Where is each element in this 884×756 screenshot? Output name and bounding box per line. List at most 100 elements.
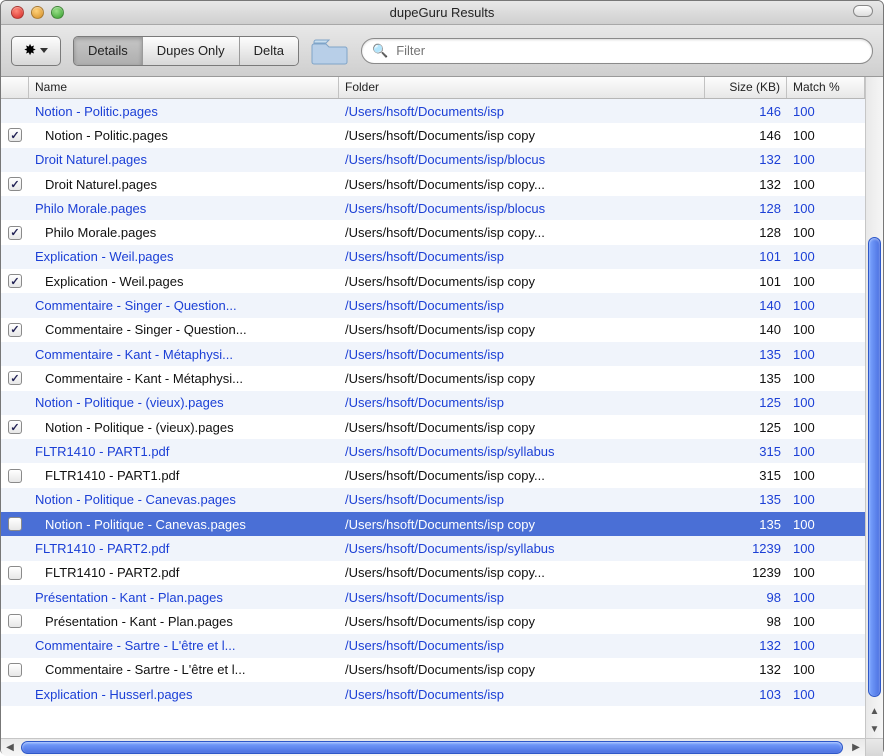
row-folder: /Users/hsoft/Documents/isp copy <box>339 614 705 629</box>
table-row[interactable]: Droit Naturel.pages/Users/hsoft/Document… <box>1 148 865 172</box>
row-checkbox-cell <box>1 517 29 531</box>
table-row[interactable]: FLTR1410 - PART2.pdf/Users/hsoft/Documen… <box>1 536 865 560</box>
reveal-folder-button[interactable] <box>311 35 349 67</box>
row-name: Explication - Weil.pages <box>29 249 339 264</box>
scroll-right-arrow-icon[interactable]: ▶ <box>847 739 865 756</box>
table-row[interactable]: Notion - Politique - Canevas.pages/Users… <box>1 488 865 512</box>
row-size: 135 <box>705 492 787 507</box>
row-folder: /Users/hsoft/Documents/isp copy <box>339 128 705 143</box>
table-row[interactable]: Présentation - Kant - Plan.pages/Users/h… <box>1 585 865 609</box>
row-checkbox[interactable] <box>8 420 22 434</box>
titlebar: dupeGuru Results <box>1 1 883 25</box>
filter-search-field[interactable]: 🔍 <box>361 38 873 64</box>
row-match: 100 <box>787 492 865 507</box>
row-checkbox-cell <box>1 420 29 434</box>
scroll-up-arrow-icon[interactable]: ▲ <box>866 702 883 720</box>
scroll-corner <box>865 739 883 756</box>
table-body: Notion - Politic.pages/Users/hsoft/Docum… <box>1 99 865 738</box>
zoom-button[interactable] <box>51 6 64 19</box>
filter-input[interactable] <box>394 42 862 59</box>
row-size: 315 <box>705 468 787 483</box>
row-checkbox[interactable] <box>8 614 22 628</box>
table-row[interactable]: Commentaire - Sartre - L'être et l.../Us… <box>1 634 865 658</box>
row-size: 101 <box>705 249 787 264</box>
table-row[interactable]: Explication - Husserl.pages/Users/hsoft/… <box>1 682 865 706</box>
row-match: 100 <box>787 347 865 362</box>
table-row[interactable]: Commentaire - Singer - Question.../Users… <box>1 293 865 317</box>
toolbar-toggle-pill[interactable] <box>853 5 873 17</box>
table-row[interactable]: FLTR1410 - PART2.pdf/Users/hsoft/Documen… <box>1 561 865 585</box>
table-row[interactable]: Explication - Weil.pages/Users/hsoft/Doc… <box>1 245 865 269</box>
row-checkbox-cell <box>1 226 29 240</box>
row-checkbox-cell <box>1 128 29 142</box>
row-match: 100 <box>787 104 865 119</box>
close-button[interactable] <box>11 6 24 19</box>
table-row[interactable]: Commentaire - Kant - Métaphysi.../Users/… <box>1 342 865 366</box>
table-row[interactable]: Notion - Politic.pages/Users/hsoft/Docum… <box>1 99 865 123</box>
table-row[interactable]: Explication - Weil.pages/Users/hsoft/Doc… <box>1 269 865 293</box>
table-row[interactable]: FLTR1410 - PART1.pdf/Users/hsoft/Documen… <box>1 439 865 463</box>
row-checkbox[interactable] <box>8 323 22 337</box>
table-row[interactable]: Notion - Politic.pages/Users/hsoft/Docum… <box>1 123 865 147</box>
table-row[interactable]: Commentaire - Singer - Question.../Users… <box>1 318 865 342</box>
window-controls <box>11 6 64 19</box>
row-checkbox[interactable] <box>8 517 22 531</box>
vertical-scrollbar[interactable]: ▲ ▼ <box>865 77 883 738</box>
row-checkbox[interactable] <box>8 469 22 483</box>
table-row[interactable]: Droit Naturel.pages/Users/hsoft/Document… <box>1 172 865 196</box>
row-checkbox[interactable] <box>8 566 22 580</box>
row-size: 132 <box>705 152 787 167</box>
row-checkbox-cell <box>1 177 29 191</box>
table-row[interactable]: Commentaire - Sartre - L'être et l.../Us… <box>1 658 865 682</box>
row-checkbox[interactable] <box>8 177 22 191</box>
row-checkbox[interactable] <box>8 371 22 385</box>
column-header-folder[interactable]: Folder <box>339 77 705 98</box>
row-match: 100 <box>787 371 865 386</box>
row-size: 140 <box>705 322 787 337</box>
table-row[interactable]: Notion - Politique - (vieux).pages/Users… <box>1 415 865 439</box>
row-size: 98 <box>705 590 787 605</box>
row-name: Présentation - Kant - Plan.pages <box>29 590 339 605</box>
row-match: 100 <box>787 687 865 702</box>
actions-menu-button[interactable]: ✸ <box>11 36 61 66</box>
column-header-name[interactable]: Name <box>29 77 339 98</box>
search-icon: 🔍 <box>372 43 388 59</box>
horizontal-scroll-thumb[interactable] <box>21 741 843 754</box>
row-checkbox-cell <box>1 566 29 580</box>
row-match: 100 <box>787 177 865 192</box>
table-row[interactable]: Commentaire - Kant - Métaphysi.../Users/… <box>1 366 865 390</box>
table-row[interactable]: FLTR1410 - PART1.pdf/Users/hsoft/Documen… <box>1 463 865 487</box>
horizontal-scrollbar[interactable]: ◀ ▶ <box>1 738 883 756</box>
table-row[interactable]: Notion - Politique - Canevas.pages/Users… <box>1 512 865 536</box>
vertical-scroll-thumb[interactable] <box>868 237 881 697</box>
column-header-checkbox[interactable] <box>1 77 29 98</box>
segment-details[interactable]: Details <box>74 37 143 65</box>
row-match: 100 <box>787 274 865 289</box>
segment-delta[interactable]: Delta <box>240 37 298 65</box>
column-header-size[interactable]: Size (KB) <box>705 77 787 98</box>
row-folder: /Users/hsoft/Documents/isp copy <box>339 420 705 435</box>
row-checkbox[interactable] <box>8 128 22 142</box>
row-name: Philo Morale.pages <box>29 225 339 240</box>
row-checkbox[interactable] <box>8 663 22 677</box>
view-segmented-control: Details Dupes Only Delta <box>73 36 299 66</box>
row-size: 103 <box>705 687 787 702</box>
window-title: dupeGuru Results <box>1 5 883 20</box>
table-row[interactable]: Philo Morale.pages/Users/hsoft/Documents… <box>1 220 865 244</box>
row-match: 100 <box>787 128 865 143</box>
row-folder: /Users/hsoft/Documents/isp <box>339 492 705 507</box>
row-name: Commentaire - Sartre - L'être et l... <box>29 638 339 653</box>
table-row[interactable]: Philo Morale.pages/Users/hsoft/Documents… <box>1 196 865 220</box>
segment-dupes-only[interactable]: Dupes Only <box>143 37 240 65</box>
column-header-match[interactable]: Match % <box>787 77 865 98</box>
row-size: 135 <box>705 371 787 386</box>
table-row[interactable]: Présentation - Kant - Plan.pages/Users/h… <box>1 609 865 633</box>
gear-icon: ✸ <box>24 43 37 58</box>
row-checkbox[interactable] <box>8 226 22 240</box>
scroll-left-arrow-icon[interactable]: ◀ <box>1 739 19 756</box>
minimize-button[interactable] <box>31 6 44 19</box>
scroll-down-arrow-icon[interactable]: ▼ <box>866 720 883 738</box>
row-checkbox[interactable] <box>8 274 22 288</box>
row-match: 100 <box>787 590 865 605</box>
table-row[interactable]: Notion - Politique - (vieux).pages/Users… <box>1 391 865 415</box>
